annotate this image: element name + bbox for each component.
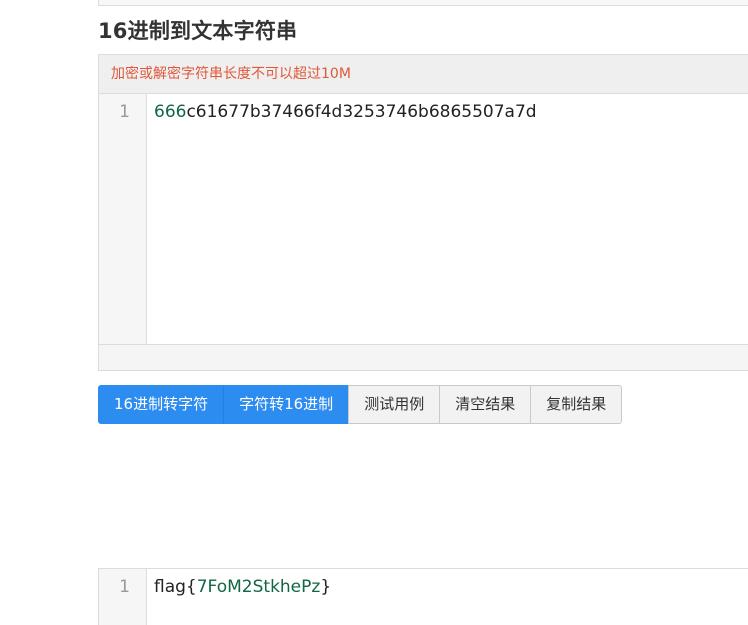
flag-suffix-token: } [320,577,332,597]
input-panel: 加密或解密字符串长度不可以超过10M 1 666c61677b37466f4d3… [98,54,748,371]
length-notice: 加密或解密字符串长度不可以超过10M [99,55,748,94]
flag-content-token: 7FoM2StkhePz [196,577,321,597]
input-editor[interactable]: 1 666c61677b37466f4d3253746b6865507a7d [99,94,748,345]
page-title: 16进制到文本字符串 [98,19,298,43]
line-number: 1 [119,102,130,122]
line-number-gutter: 1 [99,569,147,625]
test-example-button[interactable]: 测试用例 [348,385,441,424]
editor-footer-bar [99,345,748,370]
output-code-line[interactable]: flag{7FoM2StkhePz} [154,577,331,597]
hex-to-text-button[interactable]: 16进制转字符 [98,385,225,424]
input-code-line[interactable]: 666c61677b37466f4d3253746b6865507a7d [154,102,537,122]
clear-result-button[interactable]: 清空结果 [439,385,532,424]
output-editor[interactable]: 1 flag{7FoM2StkhePz} [98,568,748,625]
line-number-gutter: 1 [99,94,147,344]
action-button-group: 16进制转字符 字符转16进制 测试用例 清空结果 复制结果 [98,385,623,424]
text-to-hex-button[interactable]: 字符转16进制 [223,385,350,424]
identifier-token: c61677b37466f4d3253746b6865507a7d [186,102,537,122]
copy-result-button[interactable]: 复制结果 [530,385,623,424]
number-token: 666 [154,102,187,122]
line-number: 1 [119,577,130,597]
flag-prefix-token: flag{ [154,577,197,597]
previous-panel-edge [98,0,748,6]
